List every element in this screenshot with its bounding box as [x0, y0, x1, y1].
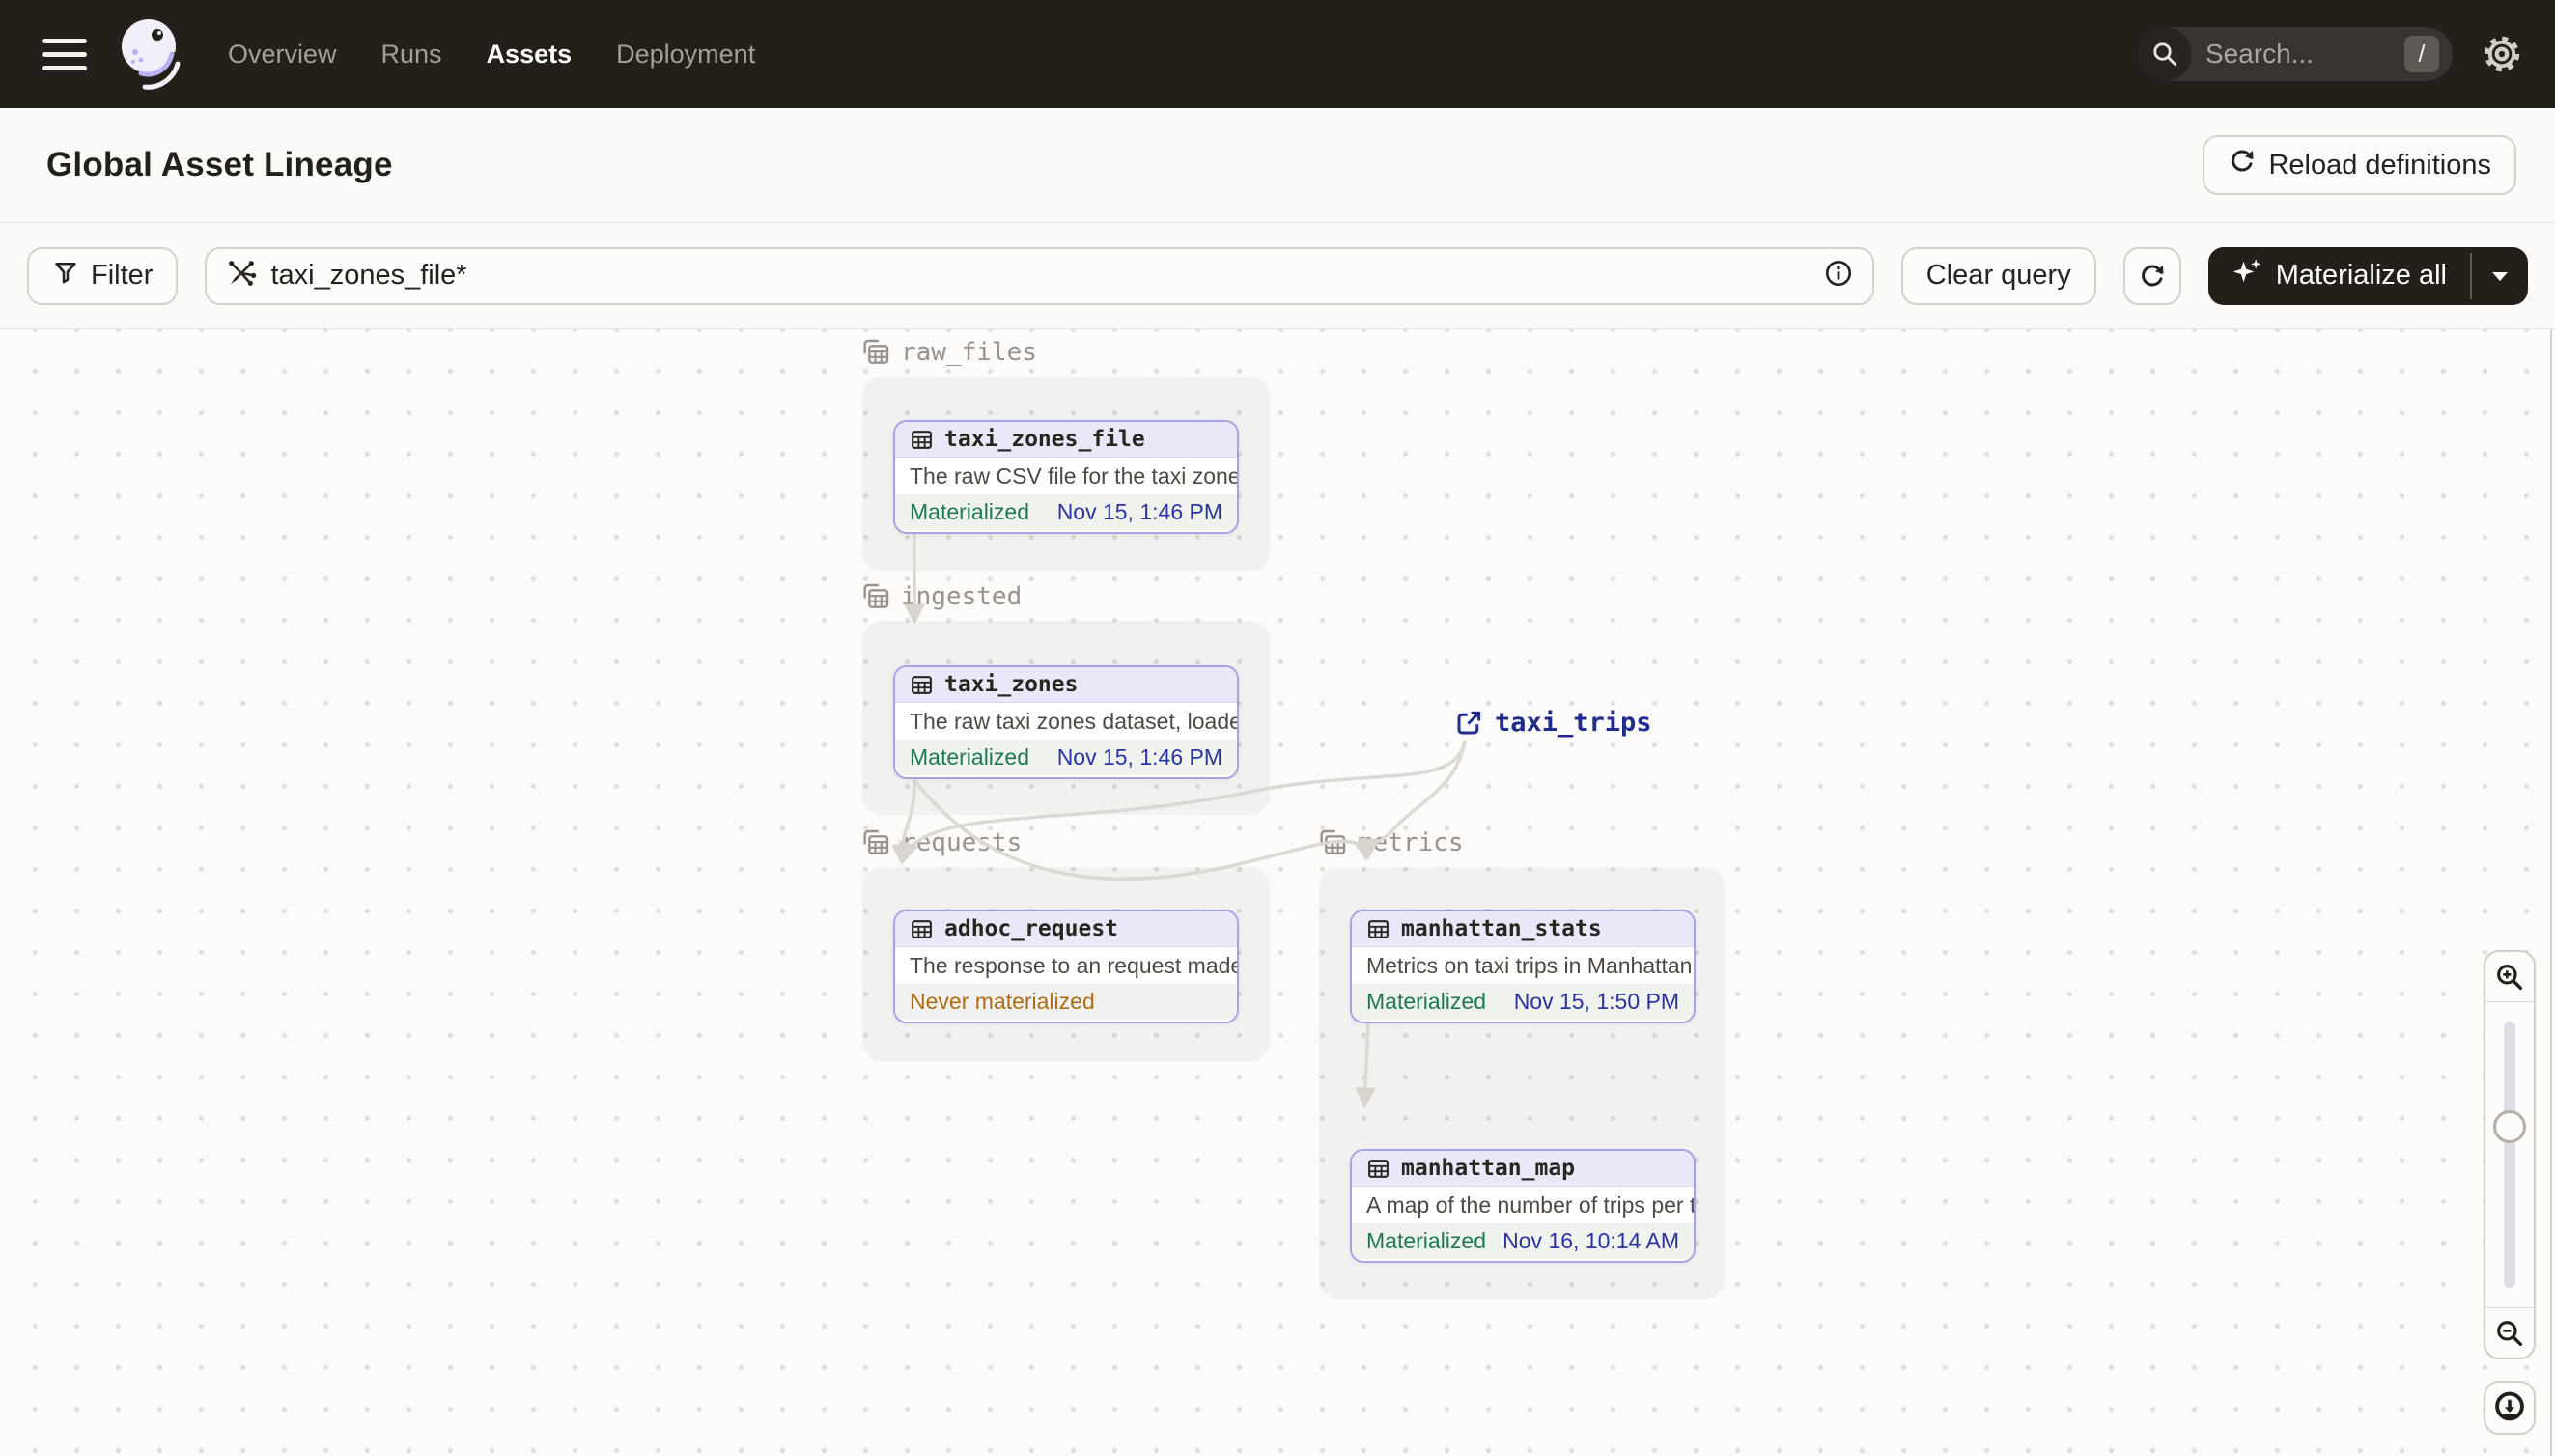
materialization-status: Materialized: [910, 499, 1029, 524]
asset-name: taxi_zones: [944, 672, 1079, 697]
zoom-slider[interactable]: [2485, 1002, 2534, 1307]
asset-description: A map of the number of trips per taxi z.…: [1352, 1187, 1694, 1223]
settings-gear-icon[interactable]: [2482, 34, 2522, 74]
materialization-status: Materialized: [1366, 1228, 1486, 1253]
sparkle-icon: [2232, 257, 2262, 295]
filter-button[interactable]: Filter: [27, 246, 179, 305]
nav-item-assets[interactable]: Assets: [487, 40, 573, 70]
refresh-graph-button[interactable]: [2122, 246, 2181, 305]
zoom-slider-track[interactable]: [2504, 1022, 2515, 1288]
asset-node-manhattan-map[interactable]: manhattan_map A map of the number of tri…: [1350, 1149, 1696, 1263]
asset-query-field[interactable]: [205, 246, 1874, 305]
asset-name: manhattan_stats: [1401, 916, 1602, 941]
reload-definitions-button[interactable]: Reload definitions: [2203, 135, 2516, 195]
reload-definitions-label: Reload definitions: [2268, 149, 2491, 181]
materialize-options-caret[interactable]: [2472, 247, 2528, 305]
lineage-toolbar: Filter Clear query: [0, 223, 2555, 329]
asset-node-taxi-zones[interactable]: taxi_zones The raw taxi zones dataset, l…: [893, 665, 1239, 779]
zoom-control-panel: [2484, 950, 2536, 1359]
zoom-in-icon: [2497, 964, 2523, 990]
asset-description: The response to an request made in th...: [895, 947, 1237, 984]
page-title: Global Asset Lineage: [46, 146, 393, 183]
asset-node-manhattan-stats[interactable]: manhattan_stats Metrics on taxi trips in…: [1350, 910, 1696, 1023]
table-icon: [1368, 919, 1389, 938]
nav-item-deployment[interactable]: Deployment: [616, 40, 755, 70]
top-nav: Overview Runs Assets Deployment /: [0, 0, 2555, 108]
filter-button-label: Filter: [91, 260, 154, 291]
materialize-all-split-button: Materialize all: [2207, 246, 2528, 305]
materialize-all-button[interactable]: Materialize all: [2208, 247, 2470, 305]
asset-graph-icon: [226, 258, 257, 294]
clear-query-label: Clear query: [1925, 260, 2071, 291]
nav-item-runs[interactable]: Runs: [381, 40, 442, 70]
filter-funnel-icon: [52, 259, 79, 294]
table-icon: [912, 430, 932, 449]
asset-name: manhattan_map: [1401, 1156, 1576, 1181]
asset-node-adhoc-request[interactable]: adhoc_request The response to an request…: [893, 910, 1239, 1023]
zoom-out-icon: [2497, 1320, 2523, 1346]
pane-edge-divider: [2550, 329, 2552, 1456]
materialization-status: Materialized: [1366, 989, 1486, 1014]
external-link-icon: [1457, 711, 1481, 734]
nav-item-overview[interactable]: Overview: [228, 40, 337, 70]
asset-query-input[interactable]: [270, 260, 1811, 292]
lineage-edges: [891, 533, 1467, 1109]
search-icon: [2138, 27, 2192, 81]
materialization-timestamp: Nov 15, 1:50 PM: [1513, 989, 1679, 1014]
materialization-timestamp: Nov 16, 10:14 AM: [1502, 1228, 1679, 1253]
clear-query-button[interactable]: Clear query: [1900, 246, 2096, 305]
asset-name: taxi_zones_file: [944, 427, 1145, 452]
zoom-slider-handle[interactable]: [2493, 1110, 2526, 1143]
external-asset-taxi-trips[interactable]: taxi_trips: [1454, 708, 1652, 738]
materialization-status: Never materialized: [910, 989, 1095, 1014]
asset-node-taxi-zones-file[interactable]: taxi_zones_file The raw CSV file for the…: [893, 420, 1239, 534]
asset-lineage-canvas[interactable]: raw_files ingested requests metrics taxi…: [0, 329, 2555, 1456]
table-icon: [1368, 1159, 1389, 1178]
hamburger-menu-icon[interactable]: [42, 38, 87, 70]
refresh-icon: [2228, 147, 2257, 183]
page-header: Global Asset Lineage Reload definitions: [0, 108, 2555, 223]
external-asset-name: taxi_trips: [1495, 708, 1652, 738]
query-info-icon[interactable]: [1824, 259, 1853, 293]
materialize-all-label: Materialize all: [2275, 260, 2447, 291]
materialization-timestamp: Nov 15, 1:46 PM: [1056, 744, 1222, 770]
search-bar[interactable]: /: [2138, 27, 2453, 81]
search-input[interactable]: [2205, 39, 2370, 70]
download-graph-button[interactable]: [2484, 1381, 2536, 1435]
search-shortcut-badge: /: [2404, 36, 2439, 72]
materialization-timestamp: Nov 15, 1:46 PM: [1056, 499, 1222, 524]
asset-description: The raw taxi zones dataset, loaded int..…: [895, 703, 1237, 740]
table-icon: [912, 675, 932, 694]
materialization-status: Materialized: [910, 744, 1029, 770]
download-icon: [2495, 1391, 2524, 1421]
primary-nav: Overview Runs Assets Deployment: [228, 40, 755, 70]
zoom-out-button[interactable]: [2485, 1307, 2534, 1358]
table-icon: [912, 919, 932, 938]
dagster-logo[interactable]: [114, 8, 185, 100]
zoom-in-button[interactable]: [2485, 952, 2534, 1002]
asset-name: adhoc_request: [944, 916, 1119, 941]
asset-description: Metrics on taxi trips in Manhattan: [1352, 947, 1694, 984]
asset-description: The raw CSV file for the taxi zones dat.…: [895, 458, 1237, 494]
